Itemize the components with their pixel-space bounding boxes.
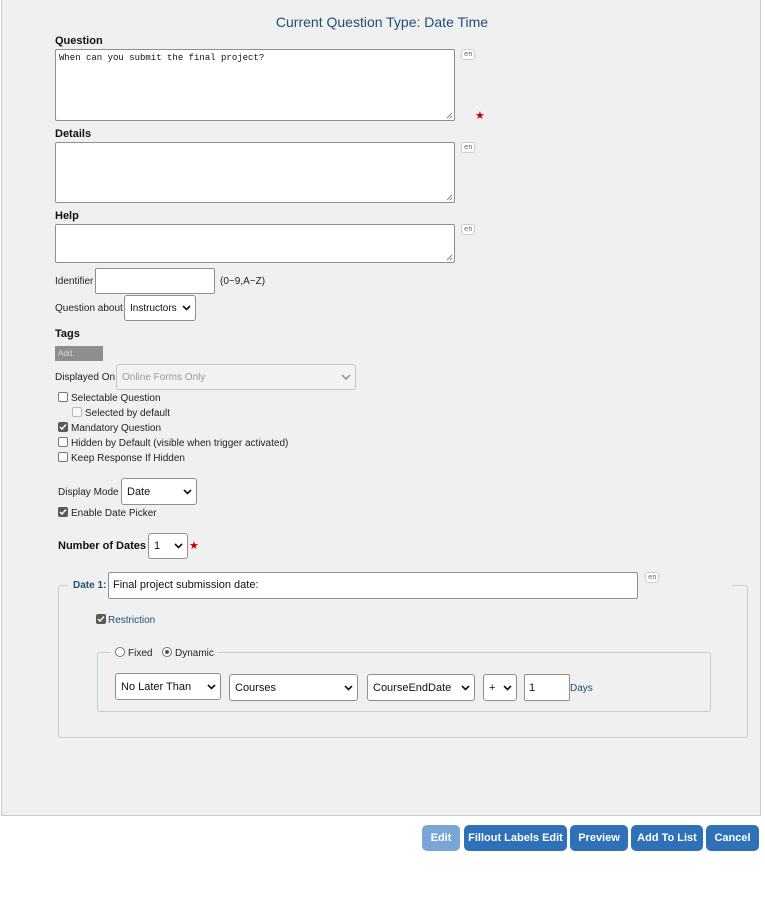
question-text: When can you submit the final project? — [59, 53, 265, 63]
source-select[interactable]: Courses — [229, 674, 358, 701]
resize-grip-icon[interactable] — [446, 112, 453, 119]
field-value: CourseEndDate — [373, 681, 452, 694]
displayed-on-value: Online Forms Only — [122, 371, 206, 383]
display-mode-select[interactable]: Date — [121, 478, 197, 505]
identifier-label: Identifier — [55, 276, 94, 287]
keep-response-checkbox[interactable] — [58, 452, 68, 462]
help-textarea[interactable] — [55, 224, 455, 263]
preview-button[interactable]: Preview — [570, 825, 628, 851]
question-editor-panel: Current Question Type: Date Time Questio… — [1, 0, 761, 816]
chevron-down-icon — [503, 684, 512, 691]
amount-input[interactable]: 1 — [524, 674, 570, 701]
date-picker-checkbox[interactable] — [58, 507, 68, 517]
selectable-label: Selectable Question — [71, 393, 161, 404]
dynamic-label: Dynamic — [175, 648, 214, 659]
resize-grip-icon[interactable] — [446, 254, 453, 261]
restriction-checkbox[interactable] — [96, 614, 106, 624]
resize-grip-icon[interactable] — [446, 194, 453, 201]
fixed-radio[interactable] — [115, 647, 125, 657]
comparison-value: No Later Than — [121, 680, 192, 693]
display-mode-value: Date — [127, 485, 151, 498]
date1-label-input[interactable]: Final project submission date: — [108, 572, 638, 599]
keep-response-label: Keep Response If Hidden — [71, 453, 185, 464]
date1-legend: Date 1: — [73, 580, 107, 591]
operator-value: + — [489, 681, 496, 694]
question-about-select[interactable]: Instructors — [124, 295, 196, 321]
selected-by-default-checkbox[interactable] — [72, 407, 82, 417]
mandatory-checkbox[interactable] — [58, 422, 68, 432]
page-title: Current Question Type: Date Time — [275, 14, 489, 30]
question-label: Question — [55, 35, 103, 47]
language-badge[interactable]: en — [461, 49, 476, 60]
displayed-on-label: Displayed On — [55, 372, 116, 383]
hidden-by-default-label: Hidden by Default (visible when trigger … — [71, 438, 289, 449]
display-mode-label: Display Mode — [58, 487, 119, 498]
identifier-input[interactable] — [95, 268, 215, 294]
amount-value: 1 — [529, 682, 536, 694]
language-badge[interactable]: en — [461, 142, 476, 153]
add-to-list-button[interactable]: Add To List — [631, 825, 703, 851]
number-of-dates-label: Number of Dates — [58, 540, 147, 552]
selected-by-default-label: Selected by default — [85, 408, 171, 419]
chevron-down-icon — [344, 684, 353, 691]
chevron-down-icon — [207, 683, 216, 690]
hidden-by-default-checkbox[interactable] — [58, 437, 68, 447]
field-select[interactable]: CourseEndDate — [367, 674, 475, 701]
fillout-labels-edit-button[interactable]: Fillout Labels Edit — [464, 825, 567, 851]
restriction-label: Restriction — [108, 615, 156, 626]
unit-label: Days — [570, 683, 593, 694]
cancel-button[interactable]: Cancel — [706, 825, 759, 851]
question-about-label: Question about — [55, 303, 123, 314]
source-value: Courses — [235, 681, 276, 694]
date1-label-value: Final project submission date: — [113, 579, 259, 591]
help-label: Help — [55, 210, 79, 222]
date-picker-label: Enable Date Picker — [71, 508, 157, 519]
chevron-down-icon — [461, 684, 470, 691]
question-about-value: Instructors — [130, 302, 177, 314]
tags-add-input[interactable]: Add. — [55, 346, 103, 361]
edit-button[interactable]: Edit — [422, 825, 460, 851]
chevron-down-icon — [182, 305, 191, 311]
selectable-checkbox[interactable] — [58, 392, 68, 402]
chevron-down-icon — [174, 543, 183, 549]
comparison-select[interactable]: No Later Than — [115, 673, 221, 700]
checkmark-icon — [59, 424, 67, 431]
language-badge[interactable]: en — [645, 572, 660, 583]
tags-label: Tags — [55, 328, 80, 340]
chevron-down-icon — [341, 374, 351, 380]
number-of-dates-value: 1 — [154, 540, 161, 552]
displayed-on-select[interactable]: Online Forms Only — [116, 364, 356, 390]
dynamic-radio[interactable] — [162, 647, 172, 657]
operator-select[interactable]: + — [483, 674, 517, 701]
identifier-hint: (0~9,A~Z) — [220, 276, 266, 287]
chevron-down-icon — [183, 488, 192, 495]
required-star-icon: ★ — [189, 540, 199, 552]
number-of-dates-select[interactable]: 1 — [148, 533, 188, 559]
details-textarea[interactable] — [55, 142, 455, 203]
details-label: Details — [55, 128, 92, 140]
checkmark-icon — [59, 509, 67, 516]
language-badge[interactable]: en — [461, 224, 476, 235]
fixed-label: Fixed — [128, 648, 153, 659]
required-star-icon: ★ — [475, 110, 485, 122]
mandatory-label: Mandatory Question — [71, 423, 162, 434]
question-textarea[interactable]: When can you submit the final project? — [55, 49, 455, 121]
checkmark-icon — [97, 616, 105, 623]
